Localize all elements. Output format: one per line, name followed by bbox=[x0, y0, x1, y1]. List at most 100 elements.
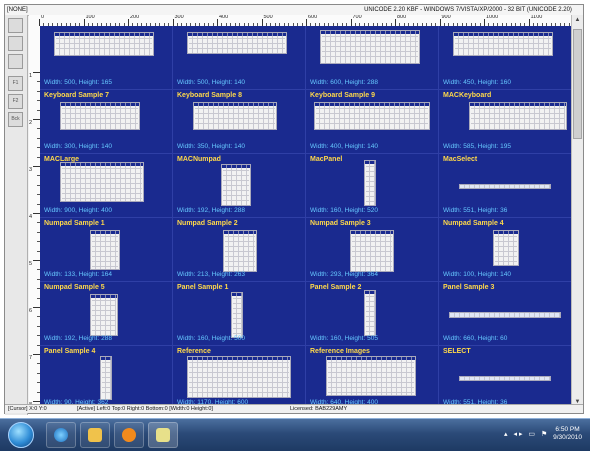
layout-thumbnail[interactable] bbox=[60, 162, 144, 202]
clock-time: 6:50 PM bbox=[555, 426, 580, 433]
layout-cell[interactable]: Keyboard Sample 7 Width: 300, Height: 140 bbox=[40, 90, 173, 154]
ruler-label: 7 bbox=[29, 355, 33, 361]
system-tray: ▴ ◂▸ ▭ ⚑ 6:50 PM 9/30/2010 bbox=[500, 419, 590, 451]
layout-title: MacSelect bbox=[443, 156, 478, 163]
ruler-label: 400 bbox=[219, 15, 229, 20]
layout-thumbnail[interactable] bbox=[459, 184, 551, 189]
layout-cell[interactable]: Numpad Sample 5 Width: 192, Height: 288 bbox=[40, 282, 173, 346]
ruler-label: 300 bbox=[174, 15, 184, 20]
layout-thumbnail[interactable] bbox=[314, 102, 430, 130]
layout-thumbnail[interactable] bbox=[90, 294, 118, 336]
layout-dimensions: Width: 100, Height: 140 bbox=[443, 271, 511, 278]
scroll-up-icon[interactable]: ▲ bbox=[573, 16, 582, 25]
layout-thumbnail[interactable] bbox=[223, 230, 257, 272]
layout-cell[interactable]: Width: 450, Height: 160 bbox=[439, 26, 572, 90]
layout-cell[interactable]: Panel Sample 2 Width: 160, Height: 505 bbox=[306, 282, 439, 346]
layout-cell[interactable]: Width: 500, Height: 165 bbox=[40, 26, 173, 90]
back-tool-button[interactable]: Bck bbox=[8, 112, 23, 127]
clock[interactable]: 6:50 PM 9/30/2010 bbox=[553, 426, 582, 442]
ruler-major-tick bbox=[172, 19, 174, 26]
select-tool-button[interactable] bbox=[8, 36, 23, 51]
layout-title: Panel Sample 2 bbox=[310, 284, 362, 291]
layout-thumbnail[interactable] bbox=[231, 292, 243, 338]
layout-cell[interactable]: Reference Images Width: 640, Height: 400 bbox=[306, 346, 439, 408]
ruler-major-tick bbox=[33, 260, 40, 261]
layout-title: Keyboard Sample 8 bbox=[177, 92, 242, 99]
layout-cell[interactable]: MacSelect Width: 551, Height: 36 bbox=[439, 154, 572, 218]
layout-dimensions: Width: 350, Height: 140 bbox=[177, 143, 245, 150]
layout-cell[interactable]: Panel Sample 1 Width: 160, Height: 500 bbox=[173, 282, 306, 346]
layout-thumbnail[interactable] bbox=[221, 164, 251, 206]
keyboard-app-taskbar-button[interactable] bbox=[148, 422, 178, 448]
ie-taskbar-button[interactable] bbox=[46, 422, 76, 448]
layout-thumbnail[interactable] bbox=[493, 230, 519, 266]
ruler-label: 600 bbox=[308, 15, 318, 20]
media-player-icon bbox=[122, 428, 136, 442]
ruler-label: 1 bbox=[29, 73, 33, 79]
layout-cell[interactable]: MACNumpad Width: 192, Height: 288 bbox=[173, 154, 306, 218]
layout-cell[interactable]: MacPanel Width: 160, Height: 520 bbox=[306, 154, 439, 218]
layout-cell[interactable]: Panel Sample 3 Width: 660, Height: 60 bbox=[439, 282, 572, 346]
layout-dimensions: Width: 400, Height: 140 bbox=[310, 143, 378, 150]
layout-cell[interactable]: Reference Width: 1170, Height: 600 bbox=[173, 346, 306, 408]
layout-thumbnail[interactable] bbox=[193, 102, 277, 130]
start-button-icon[interactable] bbox=[8, 422, 34, 448]
layout-cell[interactable]: Numpad Sample 3 Width: 293, Height: 364 bbox=[306, 218, 439, 282]
layout-thumbnail[interactable] bbox=[350, 230, 394, 272]
media-taskbar-button[interactable] bbox=[114, 422, 144, 448]
layout-cell[interactable]: Width: 600, Height: 288 bbox=[306, 26, 439, 90]
explorer-taskbar-button[interactable] bbox=[80, 422, 110, 448]
layout-thumbnail[interactable] bbox=[364, 160, 376, 206]
layout-title: Numpad Sample 1 bbox=[44, 220, 105, 227]
layout-title: Panel Sample 3 bbox=[443, 284, 495, 291]
layout-thumbnail[interactable] bbox=[453, 32, 553, 56]
layout-cell[interactable]: MACKeyboard Width: 585, Height: 195 bbox=[439, 90, 572, 154]
pointer-tool-button[interactable] bbox=[8, 18, 23, 33]
tray-icons[interactable]: ▴ ◂▸ ▭ ⚑ bbox=[504, 430, 549, 438]
status-bar: [Cursor] X:0 Y:0 [Active] Left:0 Top:0 R… bbox=[5, 404, 583, 413]
layout-cell[interactable]: Numpad Sample 4 Width: 100, Height: 140 bbox=[439, 218, 572, 282]
ruler-major-tick bbox=[217, 19, 218, 26]
ruler-major-tick bbox=[439, 19, 441, 26]
ruler-major-tick bbox=[33, 72, 40, 73]
grid-tool-button[interactable] bbox=[8, 54, 23, 69]
clock-date: 9/30/2010 bbox=[553, 434, 582, 441]
layout-thumbnail[interactable] bbox=[54, 32, 154, 56]
layout-thumbnail[interactable] bbox=[100, 356, 112, 400]
layout-cell[interactable]: Panel Sample 4 Width: 90, Height: 362 bbox=[40, 346, 173, 408]
ruler-major-tick bbox=[33, 307, 40, 308]
layout-cell[interactable]: Keyboard Sample 8 Width: 350, Height: 140 bbox=[173, 90, 306, 154]
f1-tool-button[interactable]: F1 bbox=[8, 76, 23, 91]
ruler-major-tick bbox=[395, 19, 396, 26]
layout-thumbnail[interactable] bbox=[449, 312, 561, 318]
ruler-label: 700 bbox=[352, 15, 362, 20]
layout-cell[interactable]: SELECT Width: 551, Height: 36 bbox=[439, 346, 572, 408]
layout-thumbnail[interactable] bbox=[364, 290, 376, 336]
ruler-major-tick bbox=[306, 19, 307, 26]
layout-thumbnail[interactable] bbox=[469, 102, 567, 130]
scroll-thumb[interactable] bbox=[573, 29, 582, 139]
layout-title: Keyboard Sample 7 bbox=[44, 92, 109, 99]
layout-thumbnail[interactable] bbox=[187, 32, 287, 54]
vertical-scrollbar[interactable]: ▲ ▼ bbox=[571, 15, 583, 408]
layout-cell[interactable]: MACLarge Width: 900, Height: 400 bbox=[40, 154, 173, 218]
layout-dimensions: Width: 160, Height: 520 bbox=[310, 207, 378, 214]
layout-title: MacPanel bbox=[310, 156, 343, 163]
design-canvas[interactable]: Width: 500, Height: 165 Width: 500, Heigh… bbox=[40, 26, 572, 408]
layout-dimensions: Width: 500, Height: 165 bbox=[44, 79, 112, 86]
layout-thumbnail[interactable] bbox=[60, 102, 140, 130]
layout-thumbnail[interactable] bbox=[90, 230, 120, 270]
layout-cell[interactable]: Numpad Sample 2 Width: 213, Height: 263 bbox=[173, 218, 306, 282]
layout-thumbnail[interactable] bbox=[320, 30, 420, 64]
ruler-label: 3 bbox=[29, 167, 33, 173]
layout-thumbnail[interactable] bbox=[459, 376, 551, 381]
layout-dimensions: Width: 133, Height: 164 bbox=[44, 271, 112, 278]
f2-tool-button[interactable]: F2 bbox=[8, 94, 23, 109]
ruler-major-tick bbox=[528, 19, 530, 26]
layout-thumbnail[interactable] bbox=[187, 356, 291, 398]
layout-cell[interactable]: Width: 500, Height: 140 bbox=[173, 26, 306, 90]
layout-cell[interactable]: Numpad Sample 1 Width: 133, Height: 164 bbox=[40, 218, 173, 282]
layout-cell[interactable]: Keyboard Sample 9 Width: 400, Height: 140 bbox=[306, 90, 439, 154]
layout-thumbnail[interactable] bbox=[326, 356, 416, 396]
thumbnail-key-row bbox=[56, 48, 152, 53]
